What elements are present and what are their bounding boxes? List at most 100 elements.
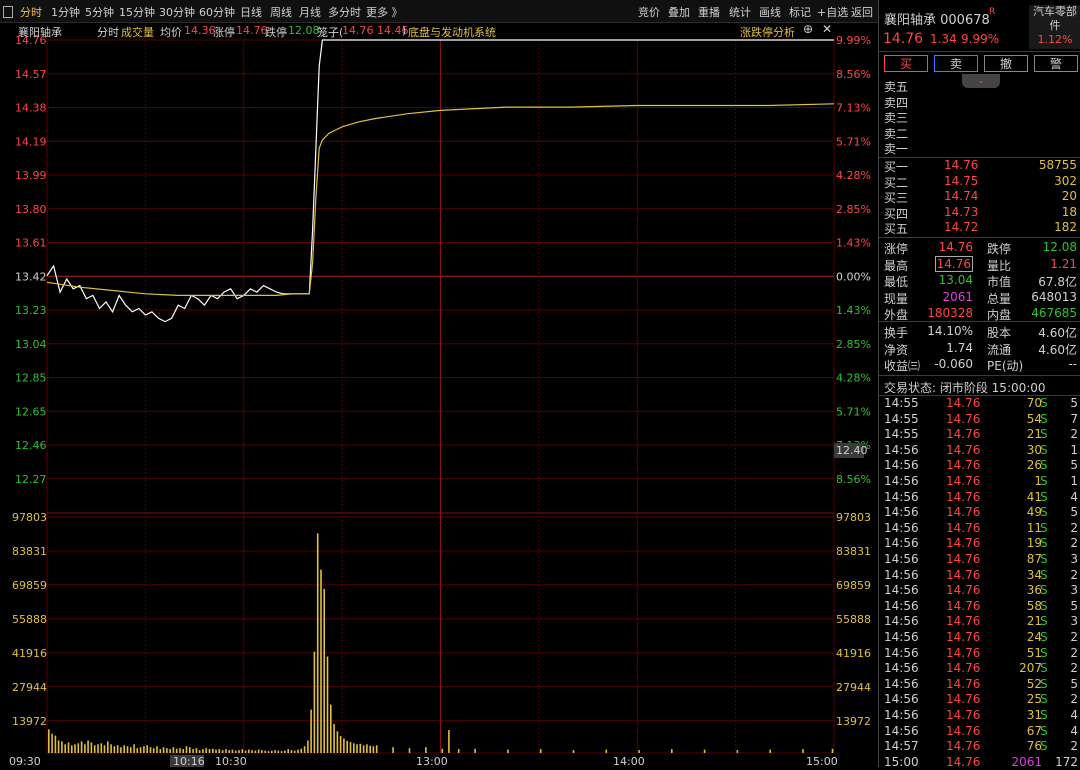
volume-tick-label: 83831 bbox=[12, 545, 47, 558]
order-volume: 20 bbox=[1061, 189, 1077, 204]
volume-bar bbox=[146, 745, 148, 753]
tick-price: 14.76 bbox=[946, 427, 981, 442]
buy-level-3: 买三 14.74 20 bbox=[879, 189, 1080, 205]
replay-button[interactable]: 重播 bbox=[698, 4, 720, 20]
volume-bar bbox=[126, 746, 129, 753]
order-volume: 182 bbox=[1054, 220, 1077, 235]
auction-button[interactable]: 竞价 bbox=[638, 4, 660, 20]
intraday-chart[interactable]: 14.76 9.99%14.57 8.56%14.38 7.13%14.19 5.71%… bbox=[0, 22, 878, 767]
overlay-button[interactable]: 叠加 bbox=[668, 4, 690, 20]
volume-tick-label: 97803 bbox=[836, 511, 871, 524]
buy-button[interactable]: 买 bbox=[884, 55, 928, 72]
stat-value: 648013 bbox=[1031, 289, 1077, 304]
order-price: 14.76 bbox=[944, 158, 979, 172]
tick-row: 15:00 14.76 2061 172 bbox=[879, 755, 1080, 770]
tab-5min[interactable]: 5分钟 bbox=[85, 4, 114, 20]
tick-row: 14:56 14.76 25 S 2 bbox=[879, 692, 1080, 707]
tab-more[interactable]: 更多 》 bbox=[366, 4, 403, 20]
trade-status-row: 交易状态: 闭市阶段 15:00:00 bbox=[879, 379, 1080, 395]
volume-label: 成交量 bbox=[121, 26, 154, 39]
zoom-in-icon[interactable]: ⊕ bbox=[803, 22, 813, 36]
price-tick-label: 14.57 bbox=[15, 68, 47, 81]
tab-daily[interactable]: 日线 bbox=[240, 4, 262, 20]
tab-1min[interactable]: 1分钟 bbox=[51, 4, 80, 20]
volume-bar bbox=[290, 750, 293, 753]
close-icon[interactable]: ✕ bbox=[822, 22, 832, 36]
cancel-order-button[interactable]: 撤 bbox=[984, 55, 1028, 72]
volume-bar bbox=[303, 746, 306, 753]
volume-bar bbox=[166, 748, 168, 753]
cursor-price-label: 12.40 bbox=[836, 444, 868, 457]
tick-row: 14:56 14.76 51 S 2 bbox=[879, 646, 1080, 661]
time-tick-label: 14:00 bbox=[613, 755, 645, 767]
stat-label: PE(动) bbox=[987, 359, 1024, 373]
tick-row: 14:56 14.76 67 S 4 bbox=[879, 724, 1080, 739]
divider bbox=[879, 237, 1080, 238]
tick-time: 14:55 bbox=[884, 396, 919, 410]
sector-box[interactable]: 汽车零部 件 1.12% bbox=[1029, 5, 1080, 49]
statistics-button[interactable]: 统计 bbox=[729, 4, 751, 20]
avg-price-label: 均价 bbox=[160, 26, 182, 39]
tick-price: 14.76 bbox=[946, 442, 981, 457]
volume-bar bbox=[202, 749, 204, 753]
price-tick-label: 13.61 bbox=[15, 237, 47, 250]
order-label: 买五 bbox=[884, 222, 909, 237]
order-volume: 58755 bbox=[1038, 158, 1077, 172]
volume-bar bbox=[457, 749, 460, 753]
tick-price: 14.76 bbox=[946, 567, 981, 582]
volume-bar bbox=[57, 740, 60, 753]
tick-price: 14.76 bbox=[946, 661, 981, 676]
stat-value: 14.76 bbox=[934, 255, 973, 272]
mark-button[interactable]: 标记 bbox=[789, 4, 811, 20]
price-tick-label: 13.42 bbox=[15, 270, 47, 283]
volume-bar bbox=[448, 730, 450, 753]
stat-label: 总量 bbox=[987, 291, 1012, 306]
volume-bar bbox=[195, 748, 198, 753]
tab-60min[interactable]: 60分钟 bbox=[199, 4, 235, 20]
buy-level-4: 买四 14.73 18 bbox=[879, 205, 1080, 221]
tick-time: 14:56 bbox=[884, 630, 919, 644]
volume-bar bbox=[48, 729, 50, 753]
tick-price: 14.76 bbox=[946, 411, 981, 426]
limit-analysis-button[interactable]: 涨跌停分析 bbox=[740, 24, 795, 40]
tab-intraday[interactable]: 分时 bbox=[20, 4, 42, 20]
cage-close: ) bbox=[402, 24, 407, 37]
tab-15min[interactable]: 15分钟 bbox=[119, 4, 155, 20]
quote-panel: 襄阳轴承 000678 R 14.76 1.34 9.99% 汽车零部 件 1.… bbox=[878, 0, 1080, 770]
draw-line-button[interactable]: 画线 bbox=[759, 4, 781, 20]
tab-30min[interactable]: 30分钟 bbox=[159, 4, 195, 20]
alert-button[interactable]: 警 bbox=[1034, 55, 1078, 72]
volume-bar bbox=[74, 744, 76, 753]
volume-bar bbox=[64, 744, 66, 753]
tick-row: 14:56 14.76 26 S 5 bbox=[879, 458, 1080, 473]
price-tick-label: 14.19 bbox=[15, 135, 47, 148]
volume-bar bbox=[116, 745, 119, 753]
tick-count: 1 bbox=[1070, 442, 1078, 457]
tick-time: 14:55 bbox=[884, 427, 919, 442]
tab-multi-intraday[interactable]: 多分时 bbox=[328, 4, 361, 20]
back-button[interactable]: 返回 bbox=[851, 4, 873, 20]
stat-value: 180328 bbox=[927, 306, 973, 320]
stats-row: 换手 14.10% 股本 4.60亿 bbox=[879, 324, 1080, 340]
panel-toggle-icon[interactable] bbox=[3, 6, 13, 18]
tick-time: 14:56 bbox=[884, 442, 919, 457]
limit-up-label: 涨停 bbox=[213, 26, 235, 39]
chart-toolbar: 分时 1分钟 5分钟 15分钟 30分钟 60分钟 日线 周线 月线 多分时 更… bbox=[0, 0, 878, 23]
volume-bar bbox=[130, 747, 132, 753]
tab-monthly[interactable]: 月线 bbox=[299, 4, 321, 20]
sell-button[interactable]: 卖 bbox=[934, 55, 978, 72]
tick-row: 14:56 14.76 11 S 2 bbox=[879, 521, 1080, 536]
volume-bar bbox=[392, 747, 394, 753]
stock-title: 襄阳轴承 000678 bbox=[884, 13, 990, 28]
tab-weekly[interactable]: 周线 bbox=[270, 4, 292, 20]
volume-bar bbox=[182, 749, 184, 753]
volume-bar bbox=[264, 750, 266, 753]
volume-bar bbox=[267, 751, 270, 753]
price-tick-label: 12.27 bbox=[15, 473, 47, 486]
price-change: 1.34 bbox=[930, 32, 957, 46]
limit-up-value: 14.76 bbox=[236, 24, 268, 37]
tick-row: 14:57 14.76 76 S 2 bbox=[879, 739, 1080, 754]
volume-bar bbox=[330, 704, 332, 753]
tick-count: 5 bbox=[1070, 598, 1078, 613]
add-watchlist-button[interactable]: +自选 bbox=[817, 4, 848, 20]
